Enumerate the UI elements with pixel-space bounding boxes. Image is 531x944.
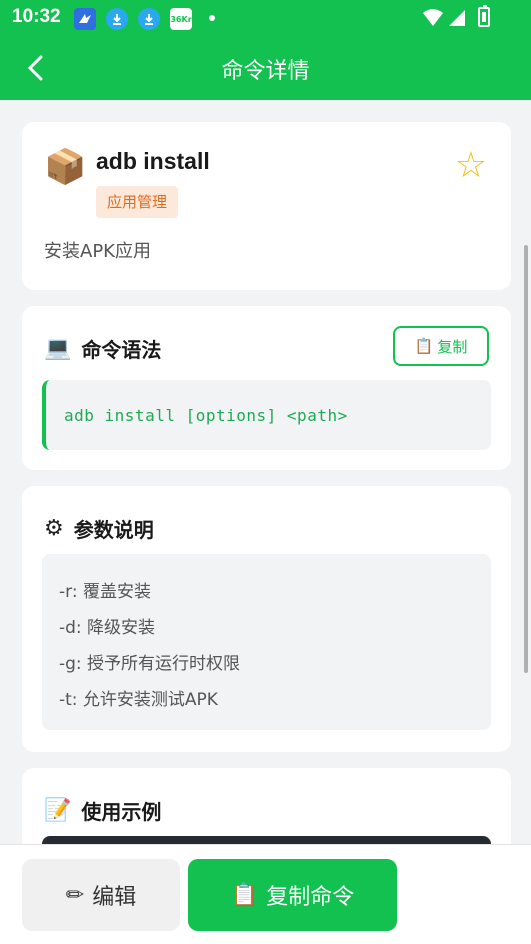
memo-icon: 📝 (44, 797, 72, 823)
syntax-card: 💻 命令语法 📋 复制 adb install [options] <path> (22, 306, 511, 470)
pencil-icon: ✏ (65, 882, 85, 908)
clipboard-icon: 📋 (414, 337, 434, 355)
category-tag: 应用管理 (96, 186, 179, 218)
copy-command-button[interactable]: 📋 复制命令 (188, 859, 397, 931)
page-title: 命令详情 (221, 59, 310, 84)
params-card: ⚙ 参数说明 -r: 覆盖安装 -d: 降级安装 -g: 授予所有运行时权限 -… (22, 486, 511, 752)
command-name: adb install (96, 148, 210, 174)
download-icon (106, 8, 128, 30)
battery-icon (478, 5, 490, 27)
syntax-header: 💻 命令语法 (44, 334, 161, 363)
command-description: 安装APK应用 (44, 241, 151, 262)
param-item: -r: 覆盖安装 (59, 582, 151, 602)
command-card: 📦 adb install 应用管理 ☆ 安装APK应用 (22, 122, 511, 290)
params-header: ⚙ 参数说明 (44, 514, 154, 543)
status-bar: 10:32 36Kr (0, 0, 531, 36)
copy-syntax-label: 复制 (437, 337, 468, 356)
syntax-code: adb install [options] <path> (42, 380, 491, 450)
package-icon: 📦 (44, 147, 87, 187)
signal-icon (448, 9, 466, 31)
param-item: -t: 允许安装测试APK (59, 690, 218, 710)
notification-dot (209, 15, 215, 21)
params-title: 参数说明 (73, 518, 154, 542)
bottom-action-bar: ✏ 编辑 📋 复制命令 (0, 844, 531, 944)
scrollbar[interactable] (524, 245, 528, 673)
copy-command-label: 复制命令 (266, 885, 355, 910)
favorite-star-icon[interactable]: ☆ (455, 148, 487, 184)
status-time: 10:32 (12, 6, 61, 27)
content-scroll[interactable]: 📦 adb install 应用管理 ☆ 安装APK应用 💻 命令语法 📋 复制… (0, 100, 531, 844)
examples-header: 📝 使用示例 (44, 796, 161, 825)
example-code-block (42, 836, 491, 844)
download-icon (138, 8, 160, 30)
param-item: -g: 授予所有运行时权限 (59, 654, 241, 674)
param-item: -d: 降级安装 (59, 618, 156, 638)
clipboard-icon: 📋 (230, 882, 259, 908)
syntax-title: 命令语法 (81, 338, 162, 362)
bird-icon (74, 8, 96, 30)
examples-card: 📝 使用示例 (22, 768, 511, 844)
copy-syntax-button[interactable]: 📋 复制 (393, 326, 489, 366)
examples-title: 使用示例 (81, 800, 162, 824)
laptop-icon: 💻 (44, 335, 72, 361)
36kr-icon: 36Kr (170, 8, 192, 30)
wifi-icon (422, 9, 444, 31)
gear-icon: ⚙ (44, 515, 64, 541)
params-list: -r: 覆盖安装 -d: 降级安装 -g: 授予所有运行时权限 -t: 允许安装… (42, 554, 491, 730)
edit-label: 编辑 (92, 885, 137, 910)
edit-button[interactable]: ✏ 编辑 (22, 859, 180, 931)
app-bar: 命令详情 (0, 36, 531, 100)
